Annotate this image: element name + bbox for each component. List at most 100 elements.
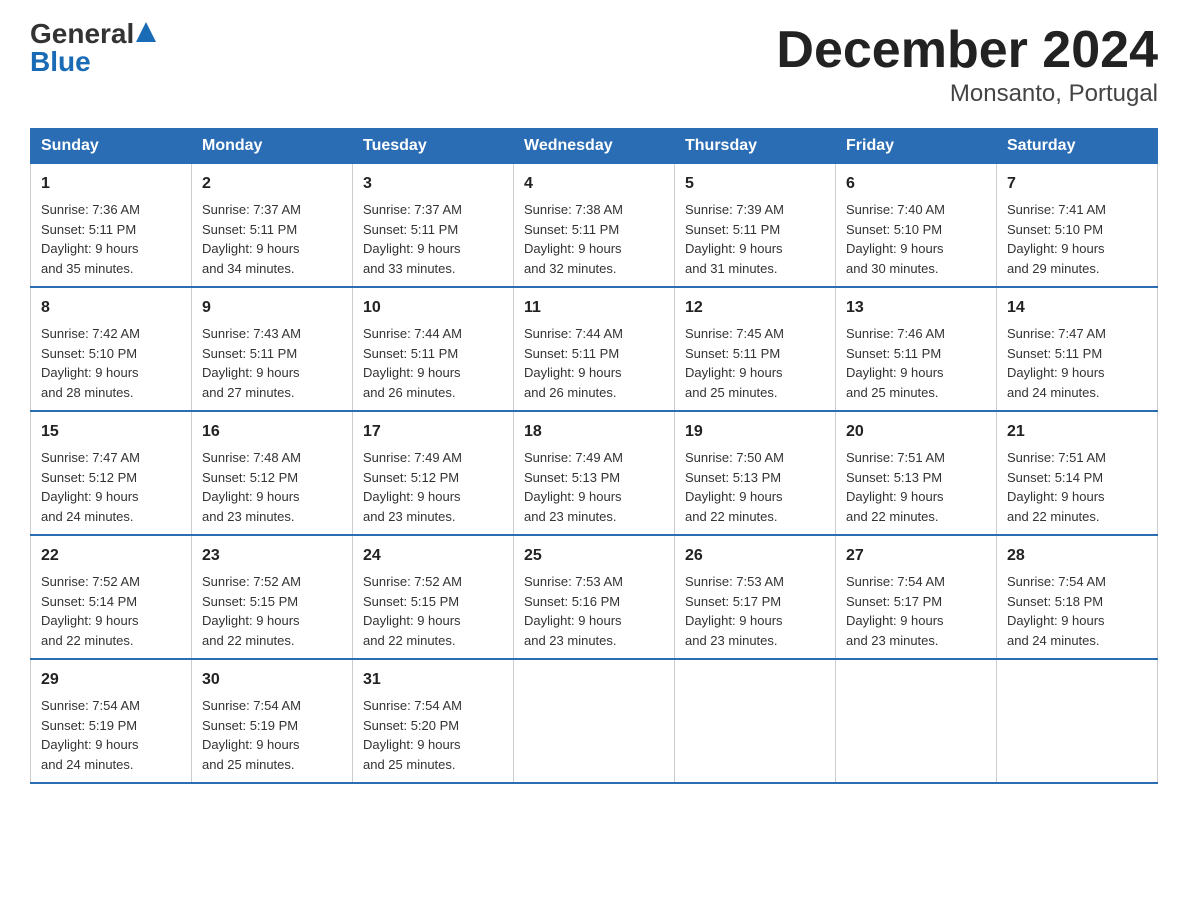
calendar-cell: 27 Sunrise: 7:54 AMSunset: 5:17 PMDaylig…: [836, 535, 997, 659]
day-number: 10: [363, 296, 503, 320]
day-number: 15: [41, 420, 181, 444]
day-number: 26: [685, 544, 825, 568]
calendar-week-row: 1 Sunrise: 7:36 AMSunset: 5:11 PMDayligh…: [31, 164, 1158, 288]
day-info: Sunrise: 7:43 AMSunset: 5:11 PMDaylight:…: [202, 326, 301, 400]
day-number: 27: [846, 544, 986, 568]
calendar-cell: 3 Sunrise: 7:37 AMSunset: 5:11 PMDayligh…: [353, 164, 514, 288]
calendar-cell: 16 Sunrise: 7:48 AMSunset: 5:12 PMDaylig…: [192, 411, 353, 535]
day-number: 9: [202, 296, 342, 320]
day-number: 2: [202, 172, 342, 196]
day-info: Sunrise: 7:54 AMSunset: 5:17 PMDaylight:…: [846, 574, 945, 648]
logo-general: General: [30, 20, 134, 48]
day-number: 22: [41, 544, 181, 568]
calendar-cell: 14 Sunrise: 7:47 AMSunset: 5:11 PMDaylig…: [997, 287, 1158, 411]
calendar-cell: 20 Sunrise: 7:51 AMSunset: 5:13 PMDaylig…: [836, 411, 997, 535]
day-number: 20: [846, 420, 986, 444]
calendar-cell: 4 Sunrise: 7:38 AMSunset: 5:11 PMDayligh…: [514, 164, 675, 288]
header-friday: Friday: [836, 129, 997, 164]
day-number: 12: [685, 296, 825, 320]
day-number: 5: [685, 172, 825, 196]
day-number: 31: [363, 668, 503, 692]
day-info: Sunrise: 7:36 AMSunset: 5:11 PMDaylight:…: [41, 202, 140, 276]
day-number: 29: [41, 668, 181, 692]
day-info: Sunrise: 7:45 AMSunset: 5:11 PMDaylight:…: [685, 326, 784, 400]
calendar-cell: [997, 659, 1158, 783]
header-saturday: Saturday: [997, 129, 1158, 164]
calendar-cell: 24 Sunrise: 7:52 AMSunset: 5:15 PMDaylig…: [353, 535, 514, 659]
calendar-cell: 28 Sunrise: 7:54 AMSunset: 5:18 PMDaylig…: [997, 535, 1158, 659]
calendar-table: SundayMondayTuesdayWednesdayThursdayFrid…: [30, 128, 1158, 784]
logo-flag-icon: [136, 22, 156, 42]
day-number: 13: [846, 296, 986, 320]
day-info: Sunrise: 7:47 AMSunset: 5:11 PMDaylight:…: [1007, 326, 1106, 400]
day-info: Sunrise: 7:53 AMSunset: 5:17 PMDaylight:…: [685, 574, 784, 648]
calendar-cell: 5 Sunrise: 7:39 AMSunset: 5:11 PMDayligh…: [675, 164, 836, 288]
day-number: 6: [846, 172, 986, 196]
day-info: Sunrise: 7:54 AMSunset: 5:19 PMDaylight:…: [202, 698, 301, 772]
calendar-cell: [675, 659, 836, 783]
day-info: Sunrise: 7:39 AMSunset: 5:11 PMDaylight:…: [685, 202, 784, 276]
day-info: Sunrise: 7:38 AMSunset: 5:11 PMDaylight:…: [524, 202, 623, 276]
day-info: Sunrise: 7:50 AMSunset: 5:13 PMDaylight:…: [685, 450, 784, 524]
calendar-cell: 18 Sunrise: 7:49 AMSunset: 5:13 PMDaylig…: [514, 411, 675, 535]
day-info: Sunrise: 7:48 AMSunset: 5:12 PMDaylight:…: [202, 450, 301, 524]
calendar-cell: 6 Sunrise: 7:40 AMSunset: 5:10 PMDayligh…: [836, 164, 997, 288]
page-subtitle: Monsanto, Portugal: [776, 80, 1158, 108]
day-info: Sunrise: 7:52 AMSunset: 5:15 PMDaylight:…: [202, 574, 301, 648]
day-number: 8: [41, 296, 181, 320]
day-info: Sunrise: 7:54 AMSunset: 5:19 PMDaylight:…: [41, 698, 140, 772]
day-info: Sunrise: 7:52 AMSunset: 5:15 PMDaylight:…: [363, 574, 462, 648]
calendar-cell: 17 Sunrise: 7:49 AMSunset: 5:12 PMDaylig…: [353, 411, 514, 535]
calendar-cell: 26 Sunrise: 7:53 AMSunset: 5:17 PMDaylig…: [675, 535, 836, 659]
day-info: Sunrise: 7:47 AMSunset: 5:12 PMDaylight:…: [41, 450, 140, 524]
day-number: 16: [202, 420, 342, 444]
day-info: Sunrise: 7:37 AMSunset: 5:11 PMDaylight:…: [202, 202, 301, 276]
day-info: Sunrise: 7:52 AMSunset: 5:14 PMDaylight:…: [41, 574, 140, 648]
header-monday: Monday: [192, 129, 353, 164]
day-number: 17: [363, 420, 503, 444]
day-info: Sunrise: 7:51 AMSunset: 5:13 PMDaylight:…: [846, 450, 945, 524]
day-number: 3: [363, 172, 503, 196]
day-info: Sunrise: 7:49 AMSunset: 5:12 PMDaylight:…: [363, 450, 462, 524]
calendar-cell: 31 Sunrise: 7:54 AMSunset: 5:20 PMDaylig…: [353, 659, 514, 783]
day-number: 25: [524, 544, 664, 568]
day-info: Sunrise: 7:44 AMSunset: 5:11 PMDaylight:…: [524, 326, 623, 400]
calendar-cell: 11 Sunrise: 7:44 AMSunset: 5:11 PMDaylig…: [514, 287, 675, 411]
calendar-cell: 13 Sunrise: 7:46 AMSunset: 5:11 PMDaylig…: [836, 287, 997, 411]
calendar-cell: 12 Sunrise: 7:45 AMSunset: 5:11 PMDaylig…: [675, 287, 836, 411]
day-number: 21: [1007, 420, 1147, 444]
day-info: Sunrise: 7:37 AMSunset: 5:11 PMDaylight:…: [363, 202, 462, 276]
calendar-header-row: SundayMondayTuesdayWednesdayThursdayFrid…: [31, 129, 1158, 164]
day-number: 24: [363, 544, 503, 568]
day-number: 14: [1007, 296, 1147, 320]
calendar-cell: 30 Sunrise: 7:54 AMSunset: 5:19 PMDaylig…: [192, 659, 353, 783]
calendar-cell: [514, 659, 675, 783]
header-thursday: Thursday: [675, 129, 836, 164]
calendar-cell: 2 Sunrise: 7:37 AMSunset: 5:11 PMDayligh…: [192, 164, 353, 288]
day-number: 4: [524, 172, 664, 196]
header-wednesday: Wednesday: [514, 129, 675, 164]
header-sunday: Sunday: [31, 129, 192, 164]
page-header: General Blue December 2024 Monsanto, Por…: [30, 20, 1158, 108]
day-info: Sunrise: 7:40 AMSunset: 5:10 PMDaylight:…: [846, 202, 945, 276]
day-number: 30: [202, 668, 342, 692]
day-number: 19: [685, 420, 825, 444]
calendar-cell: 21 Sunrise: 7:51 AMSunset: 5:14 PMDaylig…: [997, 411, 1158, 535]
calendar-week-row: 15 Sunrise: 7:47 AMSunset: 5:12 PMDaylig…: [31, 411, 1158, 535]
title-block: December 2024 Monsanto, Portugal: [776, 20, 1158, 108]
calendar-cell: 29 Sunrise: 7:54 AMSunset: 5:19 PMDaylig…: [31, 659, 192, 783]
header-tuesday: Tuesday: [353, 129, 514, 164]
day-number: 28: [1007, 544, 1147, 568]
day-info: Sunrise: 7:46 AMSunset: 5:11 PMDaylight:…: [846, 326, 945, 400]
calendar-cell: 22 Sunrise: 7:52 AMSunset: 5:14 PMDaylig…: [31, 535, 192, 659]
day-info: Sunrise: 7:54 AMSunset: 5:18 PMDaylight:…: [1007, 574, 1106, 648]
day-number: 23: [202, 544, 342, 568]
day-number: 11: [524, 296, 664, 320]
calendar-cell: 25 Sunrise: 7:53 AMSunset: 5:16 PMDaylig…: [514, 535, 675, 659]
calendar-cell: 7 Sunrise: 7:41 AMSunset: 5:10 PMDayligh…: [997, 164, 1158, 288]
day-number: 18: [524, 420, 664, 444]
page-title: December 2024: [776, 20, 1158, 80]
calendar-week-row: 29 Sunrise: 7:54 AMSunset: 5:19 PMDaylig…: [31, 659, 1158, 783]
logo: General Blue: [30, 20, 156, 76]
calendar-week-row: 22 Sunrise: 7:52 AMSunset: 5:14 PMDaylig…: [31, 535, 1158, 659]
